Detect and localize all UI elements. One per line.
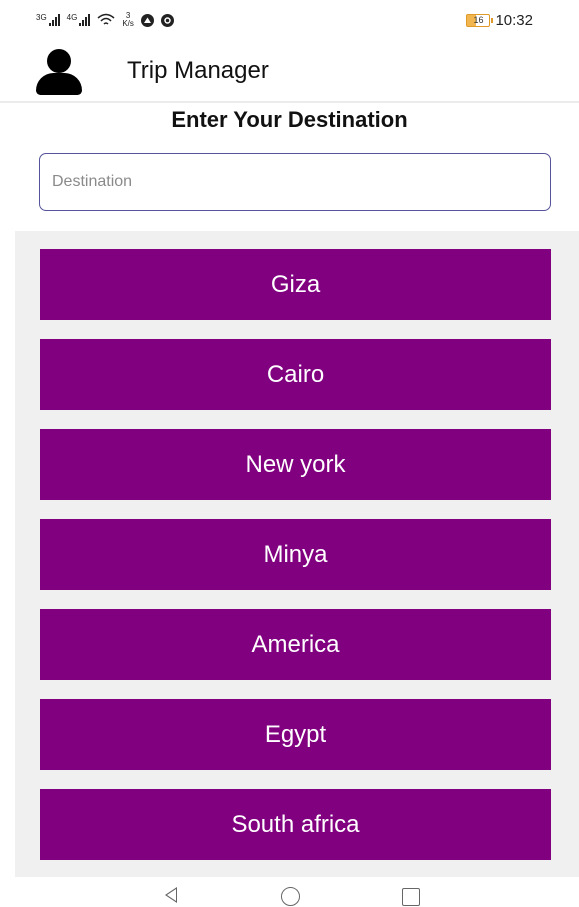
navigation-bar — [0, 877, 579, 907]
destination-item-new-york[interactable]: New york — [40, 429, 551, 500]
notification-icon-2 — [160, 13, 174, 27]
screen: 3G 4G 3 K/s 16 10:32 Trip Manager Enter … — [0, 0, 579, 907]
status-right: 16 10:32 — [466, 12, 533, 29]
destination-list[interactable]: Giza Cairo New york Minya America Egypt … — [15, 231, 579, 877]
page-heading: Enter Your Destination — [171, 107, 408, 132]
network-type-1: 3G — [36, 13, 47, 22]
destination-item-minya[interactable]: Minya — [40, 519, 551, 590]
destination-item-cairo[interactable]: Cairo — [40, 339, 551, 410]
data-speed: 3 K/s — [122, 12, 134, 28]
network-type-2: 4G — [66, 13, 78, 22]
app-bar-divider — [0, 101, 579, 103]
status-bar: 3G 4G 3 K/s 16 10:32 — [0, 0, 579, 40]
destination-input[interactable] — [39, 153, 551, 211]
back-triangle-icon[interactable] — [165, 887, 177, 903]
cell-signal-icon: 3G — [36, 14, 60, 26]
status-icons: 3G 4G 3 K/s — [36, 12, 174, 28]
recents-square-icon[interactable] — [402, 888, 420, 906]
clock: 10:32 — [495, 11, 533, 29]
app-title: Trip Manager — [127, 57, 269, 84]
wifi-icon — [97, 13, 115, 25]
person-icon[interactable] — [36, 49, 82, 95]
destination-item-giza[interactable]: Giza — [40, 249, 551, 320]
data-speed-unit: K/s — [122, 19, 134, 28]
cell-signal-icon-2: 4G — [67, 14, 91, 26]
battery-icon: 16 — [466, 13, 494, 27]
notification-icon — [140, 13, 154, 27]
destination-item-egypt[interactable]: Egypt — [40, 699, 551, 770]
home-circle-icon[interactable] — [281, 887, 300, 906]
destination-item-south-africa[interactable]: South africa — [40, 789, 551, 860]
app-bar: Trip Manager — [0, 40, 579, 102]
destination-item-america[interactable]: America — [40, 609, 551, 680]
